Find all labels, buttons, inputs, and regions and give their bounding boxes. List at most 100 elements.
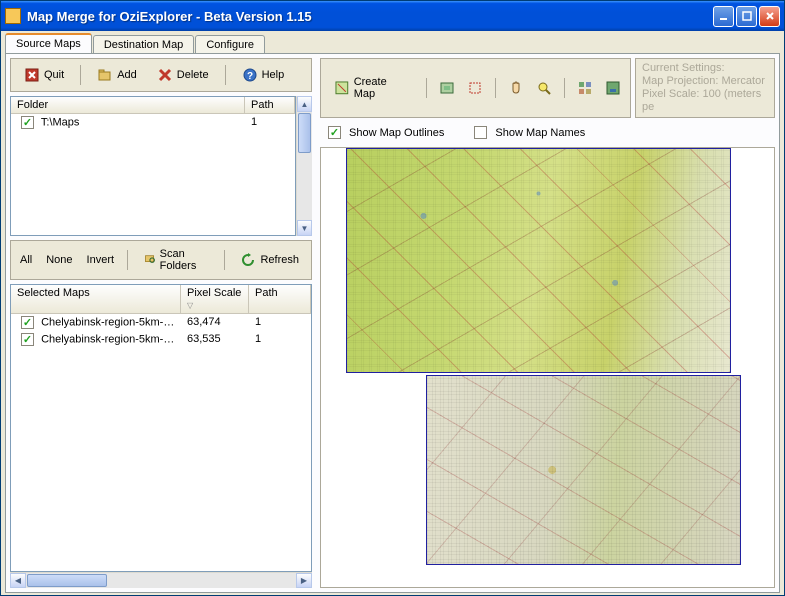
- map-name: Chelyabinsk-region-5km-so...: [41, 316, 181, 328]
- delete-icon: [157, 67, 173, 83]
- show-outlines-label: Show Map Outlines: [349, 127, 444, 139]
- tab-content: Quit Add Delete ? Help Folder Path: [5, 53, 780, 593]
- scroll-thumb[interactable]: [298, 113, 311, 153]
- tab-source-maps[interactable]: Source Maps: [5, 33, 92, 53]
- window-title: Map Merge for OziExplorer - Beta Version…: [27, 9, 713, 24]
- separator: [224, 250, 225, 270]
- show-names-checkbox[interactable]: Show Map Names: [474, 126, 585, 139]
- map-preview-panel[interactable]: [320, 147, 775, 588]
- delete-label: Delete: [177, 69, 209, 81]
- col-header-path[interactable]: Path: [249, 285, 311, 313]
- separator: [80, 65, 81, 85]
- refresh-icon: [240, 252, 256, 268]
- settings-projection: Map Projection: Mercator: [642, 75, 768, 88]
- settings-panel: Current Settings: Map Projection: Mercat…: [635, 58, 775, 118]
- map-outline-1[interactable]: [346, 148, 731, 373]
- col-header-path[interactable]: Path: [245, 97, 295, 113]
- quit-icon: [24, 67, 40, 83]
- magnifier-icon: [536, 80, 552, 96]
- separator: [564, 78, 565, 98]
- tabstrip: Source Maps Destination Map Configure: [1, 31, 784, 53]
- separator: [426, 78, 427, 98]
- create-map-label: Create Map: [354, 76, 410, 100]
- map-pixel: 63,535: [181, 332, 249, 347]
- right-column: Create Map: [316, 54, 779, 592]
- separator: [225, 65, 226, 85]
- table-row[interactable]: T:\Maps 1: [11, 114, 295, 131]
- svg-text:?: ?: [247, 71, 253, 82]
- help-icon: ?: [242, 67, 258, 83]
- table-row[interactable]: Chelyabinsk-region-5km-no... 63,535 1: [11, 331, 311, 348]
- tile-icon: [577, 80, 593, 96]
- view-options: Show Map Outlines Show Map Names: [320, 122, 775, 143]
- single-icon: [605, 80, 621, 96]
- help-button[interactable]: ? Help: [233, 63, 294, 87]
- create-map-button[interactable]: Create Map: [325, 72, 419, 104]
- folder-list[interactable]: Folder Path T:\Maps 1: [10, 96, 296, 236]
- select-area-icon: [467, 80, 483, 96]
- checkbox-icon[interactable]: [21, 333, 34, 346]
- tab-destination-map[interactable]: Destination Map: [93, 35, 195, 54]
- show-outlines-checkbox[interactable]: Show Map Outlines: [328, 126, 444, 139]
- filter-bar: All None Invert Scan Folders Refresh: [10, 240, 312, 280]
- scroll-left-icon[interactable]: ◀: [10, 573, 26, 588]
- scroll-up-icon[interactable]: ▲: [297, 96, 312, 112]
- map-outline-2[interactable]: [426, 375, 741, 565]
- table-row[interactable]: Chelyabinsk-region-5km-so... 63,474 1: [11, 314, 311, 331]
- single-view-button[interactable]: [600, 76, 626, 100]
- scrollbar-horizontal[interactable]: ◀ ▶: [10, 572, 312, 588]
- settings-title: Current Settings:: [642, 62, 768, 75]
- filter-none-button[interactable]: None: [40, 252, 78, 268]
- scroll-right-icon[interactable]: ▶: [296, 573, 312, 588]
- maximize-button[interactable]: [736, 6, 757, 27]
- checkbox-icon: [328, 126, 341, 139]
- add-button[interactable]: Add: [88, 63, 146, 87]
- scan-label: Scan Folders: [160, 248, 208, 272]
- scan-folders-button[interactable]: Scan Folders: [135, 244, 217, 276]
- zoom-extents-icon: [439, 80, 455, 96]
- add-icon: [97, 67, 113, 83]
- hand-icon: [508, 80, 524, 96]
- checkbox-icon[interactable]: [21, 316, 34, 329]
- col-header-selected-maps[interactable]: Selected Maps: [11, 285, 181, 313]
- add-label: Add: [117, 69, 137, 81]
- map-path: 1: [249, 315, 311, 330]
- select-area-button[interactable]: [462, 76, 488, 100]
- help-label: Help: [262, 69, 285, 81]
- left-toolbar: Quit Add Delete ? Help: [10, 58, 312, 92]
- checkbox-icon: [474, 126, 487, 139]
- left-column: Quit Add Delete ? Help Folder Path: [6, 54, 316, 592]
- tab-configure[interactable]: Configure: [195, 35, 265, 54]
- col-header-folder[interactable]: Folder: [11, 97, 245, 113]
- col-header-pixel-scale[interactable]: Pixel Scale ▽: [181, 285, 249, 313]
- minimize-button[interactable]: [713, 6, 734, 27]
- maps-list[interactable]: Selected Maps Pixel Scale ▽ Path Chelyab…: [10, 284, 312, 572]
- app-icon: [5, 8, 21, 24]
- zoom-button[interactable]: [531, 76, 557, 100]
- scroll-down-icon[interactable]: ▼: [297, 220, 312, 236]
- quit-button[interactable]: Quit: [15, 63, 73, 87]
- map-name: Chelyabinsk-region-5km-no...: [41, 333, 181, 345]
- quit-label: Quit: [44, 69, 64, 81]
- tile-view-button[interactable]: [572, 76, 598, 100]
- create-map-icon: [334, 80, 350, 96]
- refresh-button[interactable]: Refresh: [231, 248, 308, 272]
- checkbox-icon[interactable]: [21, 116, 34, 129]
- close-button[interactable]: [759, 6, 780, 27]
- folder-path: 1: [245, 115, 295, 130]
- delete-button[interactable]: Delete: [148, 63, 218, 87]
- scroll-thumb[interactable]: [27, 574, 107, 587]
- refresh-label: Refresh: [260, 254, 299, 266]
- map-pixel: 63,474: [181, 315, 249, 330]
- zoom-extents-button[interactable]: [434, 76, 460, 100]
- right-toolbar: Create Map: [320, 58, 631, 118]
- settings-scale: Pixel Scale: 100 (meters pe: [642, 88, 768, 114]
- scrollbar-vertical[interactable]: ▲ ▼: [296, 96, 312, 236]
- pan-button[interactable]: [503, 76, 529, 100]
- folder-name: T:\Maps: [41, 116, 80, 128]
- show-names-label: Show Map Names: [495, 127, 585, 139]
- filter-invert-button[interactable]: Invert: [81, 252, 121, 268]
- filter-all-button[interactable]: All: [14, 252, 38, 268]
- separator: [127, 250, 128, 270]
- scan-icon: [144, 252, 156, 268]
